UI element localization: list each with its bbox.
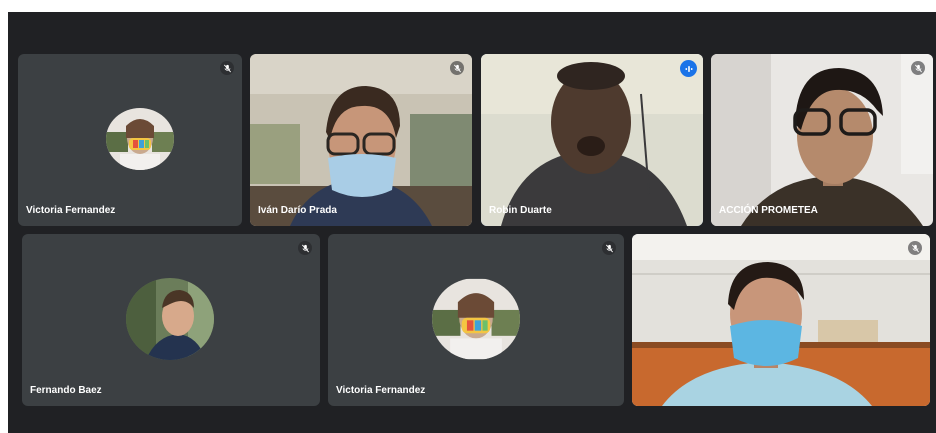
meeting-grid: Victoria Fernandez Iván Darío Prada Robi… (8, 12, 936, 433)
mic-off-icon (450, 61, 464, 75)
participant-tile[interactable]: Victoria Fernandez (18, 54, 242, 226)
participant-tile[interactable]: Iván Darío Prada (250, 54, 472, 226)
participant-video (711, 54, 933, 226)
participant-video (481, 54, 703, 226)
participant-avatar (432, 278, 520, 360)
participant-avatar (126, 278, 214, 360)
participant-video (632, 234, 930, 406)
mic-off-icon (911, 61, 925, 75)
participant-name: Fernando Baez (30, 385, 102, 396)
participant-name: Victoria Fernandez (336, 385, 426, 396)
participant-tile[interactable]: ACCIÓN PROMETEA (711, 54, 933, 226)
mic-off-icon (298, 241, 312, 255)
participant-avatar (106, 108, 174, 170)
participant-tile[interactable]: Victoria Fernandez (328, 234, 624, 406)
participant-tile-active-speaker[interactable]: Robin Duarte (481, 54, 703, 226)
participant-name: Iván Darío Prada (258, 205, 337, 216)
participant-tile[interactable]: Fernando Baez (22, 234, 320, 406)
speaking-indicator-icon (680, 60, 697, 77)
mic-off-icon (908, 241, 922, 255)
participant-video (250, 54, 472, 226)
participant-name: Victoria Fernandez (26, 205, 116, 216)
participant-name: Robin Duarte (489, 205, 552, 216)
mic-off-icon (220, 61, 234, 75)
mic-off-icon (602, 241, 616, 255)
participant-name: ACCIÓN PROMETEA (719, 205, 818, 216)
participant-tile[interactable] (632, 234, 930, 406)
